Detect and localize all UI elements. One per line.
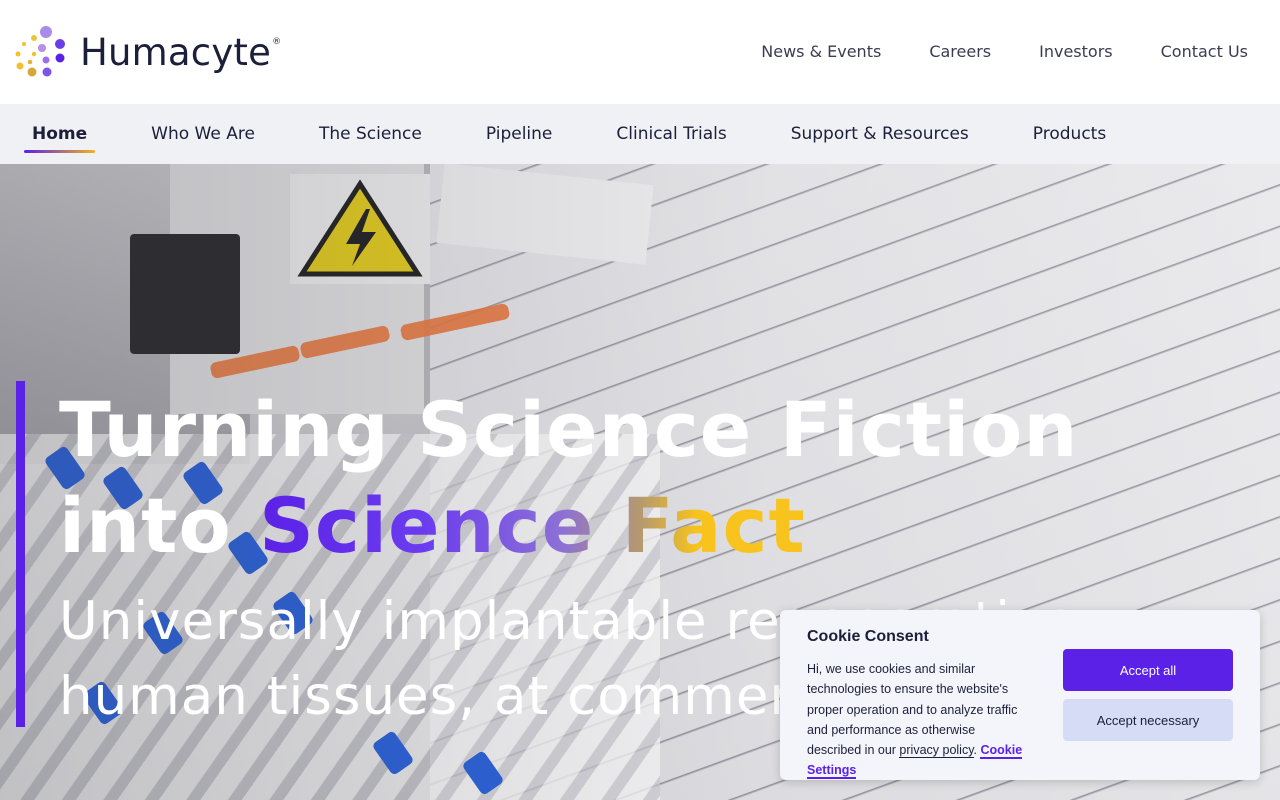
nav-support-resources-link[interactable]: Support & Resources (783, 124, 977, 144)
main-nav-item-the-science: The Science (311, 124, 430, 144)
main-nav-item-clinical-trials: Clinical Trials (608, 124, 734, 144)
nav-the-science-link[interactable]: The Science (311, 124, 430, 144)
main-nav-item-home: Home (24, 124, 96, 153)
active-nav-underline (24, 150, 96, 153)
accept-necessary-button[interactable]: Accept necessary (1063, 699, 1233, 741)
hero-headline: Turning Science Fiction into Science Fac… (59, 384, 1078, 576)
main-nav: Home Who We Are The Science Pipeline Cli… (0, 104, 1280, 164)
main-nav-item-products: Products (1025, 124, 1114, 144)
nav-clinical-trials-link[interactable]: Clinical Trials (608, 124, 734, 144)
nav-careers[interactable]: Careers (929, 42, 991, 61)
headline-into: into (59, 481, 260, 570)
humacyte-dots-logo-icon (15, 26, 65, 77)
main-nav-item-pipeline: Pipeline (478, 124, 561, 144)
site-header: Humacyte® News & Events Careers Investor… (0, 0, 1280, 104)
utility-nav: News & Events Careers Investors Contact … (761, 42, 1248, 61)
humacyte-logo[interactable]: Humacyte® (14, 24, 281, 80)
headline-science-fiction: Science Fiction (417, 385, 1079, 474)
logo-text: Humacyte (80, 30, 272, 74)
cookie-consent-text: Hi, we use cookies and similar technolog… (807, 659, 1029, 781)
nav-home-link[interactable]: Home (24, 124, 95, 144)
nav-investors[interactable]: Investors (1039, 42, 1112, 61)
nav-products-link[interactable]: Products (1025, 124, 1114, 144)
nav-who-we-are-link[interactable]: Who We Are (143, 124, 263, 144)
main-nav-item-support-resources: Support & Resources (783, 124, 977, 144)
cookie-consent-title: Cookie Consent (807, 628, 929, 645)
main-nav-item-who-we-are: Who We Are (143, 124, 263, 144)
headline-line-1: Turning Science Fiction (59, 384, 1078, 476)
logo-wordmark: Humacyte® (80, 34, 281, 71)
accept-all-button[interactable]: Accept all (1063, 649, 1233, 691)
main-nav-list: Home Who We Are The Science Pipeline Cli… (24, 124, 1162, 153)
cookie-consent-banner: Cookie Consent Hi, we use cookies and si… (780, 610, 1260, 780)
nav-news-events[interactable]: News & Events (761, 42, 881, 61)
privacy-policy-link[interactable]: privacy policy (899, 743, 974, 759)
headline-turning: Turning (59, 385, 418, 474)
nav-contact-us[interactable]: Contact Us (1161, 42, 1248, 61)
headline-line-2: into Science Fact (59, 476, 1078, 576)
hero-accent-bar (16, 381, 25, 727)
registered-mark: ® (272, 36, 282, 47)
nav-pipeline-link[interactable]: Pipeline (478, 124, 561, 144)
headline-science-fact: Science Fact (259, 481, 806, 570)
